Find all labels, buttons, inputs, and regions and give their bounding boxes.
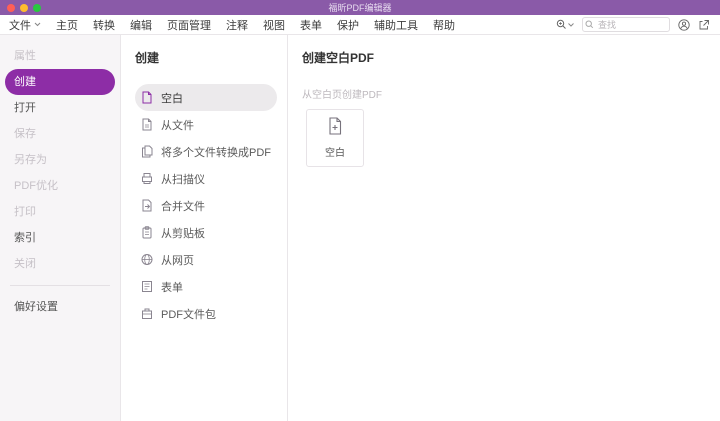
find-input[interactable] (582, 17, 670, 32)
create-option-combine-files[interactable]: 合并文件 (135, 192, 277, 219)
sidebar-item-print: 打印 (14, 206, 36, 218)
titlebar: 福昕PDF编辑器 (0, 0, 720, 15)
create-option-label: 从剪贴板 (161, 227, 205, 240)
menu-form[interactable]: 表单 (300, 17, 322, 33)
blank-doc-icon (141, 91, 153, 104)
create-option-label: 从扫描仪 (161, 173, 205, 186)
create-option-label: PDF文件包 (161, 308, 216, 321)
sidebar-item-close: 关闭 (14, 258, 36, 270)
menu-edit[interactable]: 编辑 (130, 17, 152, 33)
menu-help[interactable]: 帮助 (433, 17, 455, 33)
create-option-pdf-portfolio[interactable]: PDF文件包 (135, 300, 277, 327)
close-window-button[interactable] (7, 3, 15, 12)
account-button[interactable] (678, 18, 690, 31)
minimize-window-button[interactable] (20, 3, 28, 12)
create-panel-title: 创建 (135, 51, 160, 65)
multiple-files-icon (141, 145, 153, 158)
blank-pdf-card[interactable]: 空白 (306, 109, 364, 167)
sidebar-divider (10, 285, 110, 286)
sidebar-item-create[interactable]: 创建 (5, 69, 115, 95)
menu-comment[interactable]: 注释 (226, 17, 248, 33)
create-panel: 创建 空白 从文件 将多个文件转换成PDF 从扫描仪 合并文件 从剪贴板 从网页… (121, 35, 288, 421)
sidebar-item-index[interactable]: 索引 (0, 225, 120, 251)
section-title: 创建空白PDF (302, 51, 375, 65)
sidebar-item-properties: 属性 (14, 50, 36, 62)
sidebar-item-save: 保存 (14, 128, 36, 140)
create-option-convert-multiple[interactable]: 将多个文件转换成PDF (135, 138, 277, 165)
form-icon (141, 280, 153, 293)
create-option-from-clipboard[interactable]: 从剪贴板 (135, 219, 277, 246)
create-option-blank[interactable]: 空白 (135, 84, 277, 111)
create-option-label: 从网页 (161, 254, 194, 267)
create-option-form[interactable]: 表单 (135, 273, 277, 300)
sidebar-item-pdf-optimize: PDF优化 (14, 180, 58, 192)
magnifier-plus-icon (556, 19, 567, 30)
menu-home[interactable]: 主页 (56, 17, 78, 33)
share-button[interactable] (698, 19, 710, 31)
menu-file[interactable]: 文件 (9, 17, 41, 33)
menu-page-organize[interactable]: 页面管理 (167, 17, 211, 33)
from-file-icon (141, 118, 153, 131)
sidebar-item-preferences[interactable]: 偏好设置 (0, 294, 120, 320)
chevron-down-icon (34, 22, 41, 27)
menubar-right-tools (556, 17, 710, 32)
account-icon (678, 18, 690, 31)
window-title: 福昕PDF编辑器 (328, 3, 392, 13)
file-sidebar: 属性 创建 打开 保存 另存为 PDF优化 打印 索引 关闭 偏好设置 (0, 35, 121, 421)
section-subtitle: 从空白页创建PDF (302, 90, 382, 101)
create-option-from-file[interactable]: 从文件 (135, 111, 277, 138)
share-icon (698, 19, 710, 31)
window-controls[interactable] (7, 3, 41, 12)
menubar: 文件 主页 转换 编辑 页面管理 注释 视图 表单 保护 辅助工具 帮助 (0, 15, 720, 35)
pdf-package-icon (141, 307, 153, 320)
menu-view[interactable]: 视图 (263, 17, 285, 33)
create-option-from-web-page[interactable]: 从网页 (135, 246, 277, 273)
create-option-label: 从文件 (161, 119, 194, 132)
create-option-from-scanner[interactable]: 从扫描仪 (135, 165, 277, 192)
blank-pdf-card-label: 空白 (325, 148, 345, 159)
zoom-window-button[interactable] (33, 3, 41, 12)
zoom-tool-button[interactable] (556, 19, 574, 30)
menu-protect[interactable]: 保护 (337, 17, 359, 33)
menu-file-label: 文件 (9, 19, 31, 32)
scanner-icon (141, 172, 153, 185)
chevron-down-icon (568, 22, 574, 27)
create-options-list: 空白 从文件 将多个文件转换成PDF 从扫描仪 合并文件 从剪贴板 从网页 表单… (135, 84, 287, 327)
create-option-label: 合并文件 (161, 200, 205, 213)
backstage-view: 属性 创建 打开 保存 另存为 PDF优化 打印 索引 关闭 偏好设置 创建 空… (0, 35, 720, 421)
create-blank-pdf-section: 创建空白PDF 从空白页创建PDF 空白 (288, 35, 720, 421)
new-doc-plus-icon (327, 117, 343, 138)
create-option-label: 表单 (161, 281, 183, 294)
combine-files-icon (141, 199, 153, 212)
find-box (582, 17, 670, 32)
sidebar-item-save-as: 另存为 (14, 154, 47, 166)
web-page-icon (141, 253, 153, 266)
clipboard-icon (141, 226, 153, 239)
sidebar-item-open[interactable]: 打开 (0, 95, 120, 121)
create-option-label: 将多个文件转换成PDF (161, 146, 271, 159)
menu-convert[interactable]: 转换 (93, 17, 115, 33)
create-option-label: 空白 (161, 92, 183, 105)
menu-accessibility[interactable]: 辅助工具 (374, 17, 418, 33)
